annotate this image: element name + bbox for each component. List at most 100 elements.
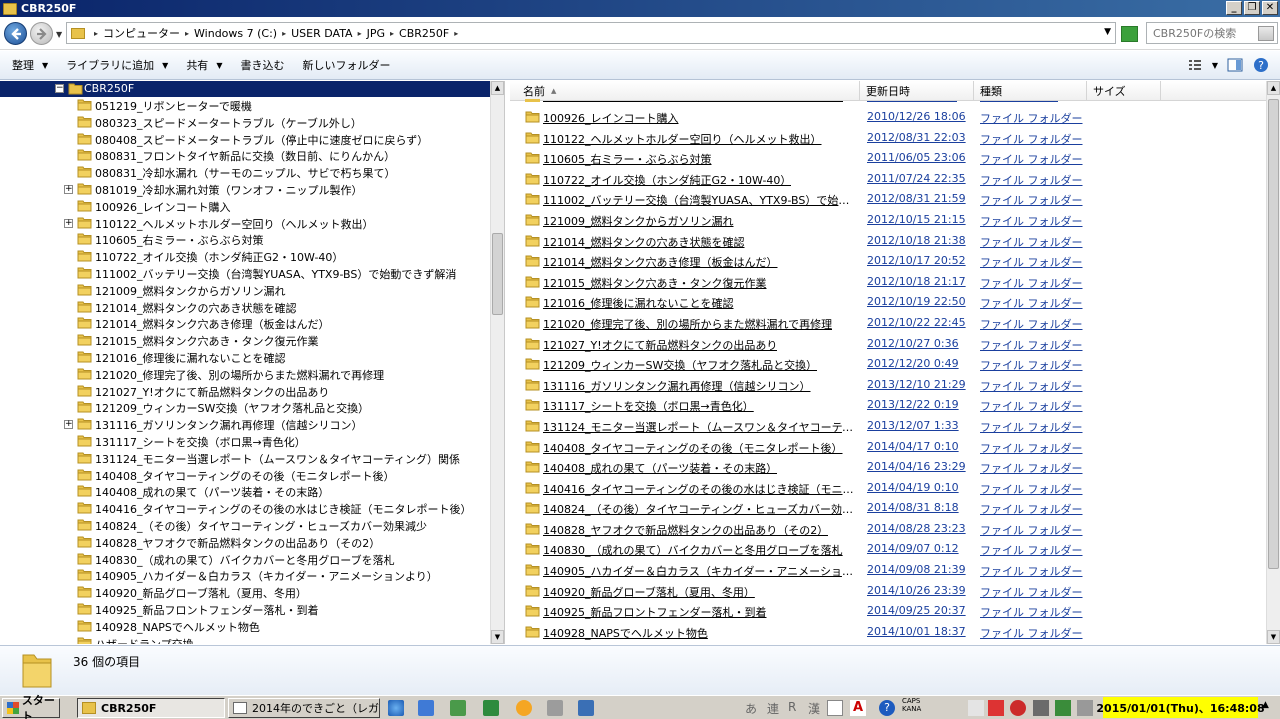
- list-item[interactable]: 140824_（その後）タイヤコーティング・ヒューズカバー効果減少 2014/08…: [510, 498, 1266, 519]
- item-name[interactable]: 140416_タイヤコーティングのその後の水はじき検証（モニタレポート後）: [543, 481, 859, 497]
- tree-item[interactable]: 121009_燃料タンクからガソリン漏れ: [0, 282, 490, 299]
- refresh-button[interactable]: [1121, 26, 1138, 42]
- tree-item[interactable]: 080408_スピードメータートラブル（停止中に速度ゼロに戻らず）: [0, 131, 490, 148]
- network-icon[interactable]: [418, 700, 434, 716]
- back-button[interactable]: [4, 22, 27, 45]
- breadcrumb-computer[interactable]: コンピューター: [103, 25, 180, 41]
- tree-item[interactable]: 080831_冷却水漏れ（サーモのニップル、サビで朽ち果て）: [0, 164, 490, 181]
- tree-item[interactable]: 140416_タイヤコーティングのその後の水はじき検証（モニタレポート後）: [0, 500, 490, 517]
- item-type[interactable]: ファイル フォルダー: [980, 440, 1083, 456]
- item-type[interactable]: ファイル フォルダー: [980, 398, 1083, 414]
- tree-item[interactable]: 100926_レインコート購入: [0, 198, 490, 215]
- list-item[interactable]: 100926_レインコート購入 2010/12/26 18:06 ファイル フォルダ…: [510, 107, 1266, 128]
- tree-item[interactable]: 080323_スピードメータートラブル（ケーブル外し）: [0, 114, 490, 131]
- tree-item[interactable]: +110122_ヘルメットホルダー空回り（ヘルメット救出）: [0, 215, 490, 232]
- item-date[interactable]: 2012/10/18 21:17: [867, 275, 966, 288]
- item-date[interactable]: 2012/10/22 22:45: [867, 316, 966, 329]
- tree-item[interactable]: 121020_修理完了後、別の場所からまた燃料漏れで再修理: [0, 366, 490, 383]
- ime-conversion[interactable]: 連: [767, 700, 779, 717]
- app-icon[interactable]: [578, 700, 594, 716]
- tree-item[interactable]: 140408_タイヤコーティングのその後（モニタレポート後）: [0, 467, 490, 484]
- tree-item[interactable]: 140928_NAPSでヘルメット物色: [0, 618, 490, 635]
- item-type[interactable]: ファイル フォルダー: [980, 460, 1083, 476]
- item-date[interactable]: 2011/07/24 22:35: [867, 172, 966, 185]
- column-header-name[interactable]: 名前 ▲: [510, 81, 860, 101]
- list-scrollbar[interactable]: ▲ ▼: [1266, 81, 1280, 644]
- list-item[interactable]: 140408_成れの果て（パーツ装着・その末路） 2014/04/16 23:29…: [510, 457, 1266, 478]
- item-name[interactable]: 110605_右ミラー・ぶらぶら対策: [543, 151, 712, 167]
- item-type[interactable]: ファイル フォルダー: [980, 151, 1083, 167]
- mail-icon[interactable]: [450, 700, 466, 716]
- restore-button[interactable]: ❐: [1244, 1, 1260, 15]
- preview-pane-icon[interactable]: [1226, 56, 1244, 74]
- list-item[interactable]: 140408_タイヤコーティングのその後（モニタレポート後） 2014/04/17…: [510, 437, 1266, 458]
- item-name[interactable]: 140408_タイヤコーティングのその後（モニタレポート後）: [543, 440, 843, 456]
- item-date[interactable]: 2011/06/05 23:06: [867, 151, 966, 164]
- start-button[interactable]: スタート: [2, 694, 60, 719]
- item-date[interactable]: 2012/10/19 22:50: [867, 295, 966, 308]
- item-name[interactable]: 121009_燃料タンクからガソリン漏れ: [543, 213, 734, 229]
- item-type[interactable]: ファイル フォルダー: [980, 563, 1083, 579]
- ime-kanji[interactable]: 漢: [808, 700, 820, 717]
- task-button-document[interactable]: 2014年のできごと（レガシィ...: [228, 698, 380, 718]
- tree-scroll-thumb[interactable]: [492, 233, 503, 315]
- tree-item[interactable]: +081019_冷却水漏れ対策（ワンオフ・ニップル製作）: [0, 181, 490, 198]
- expand-icon[interactable]: +: [64, 184, 73, 194]
- task-button-explorer[interactable]: CBR250F: [77, 698, 225, 718]
- printer-icon[interactable]: [547, 700, 563, 716]
- breadcrumb-cbr250f[interactable]: CBR250F: [399, 27, 449, 40]
- item-date[interactable]: 2012/10/15 21:15: [867, 213, 966, 226]
- close-button[interactable]: ✕: [1262, 1, 1278, 15]
- item-type[interactable]: ファイル フォルダー: [980, 295, 1083, 311]
- list-item[interactable]: 110722_オイル交換（ホンダ純正G2・10W-40） 2011/07/24 2…: [510, 169, 1266, 190]
- list-item[interactable]: 121020_修理完了後、別の場所からまた燃料漏れで再修理 2012/10/22 …: [510, 313, 1266, 334]
- item-name[interactable]: 110122_ヘルメットホルダー空回り（ヘルメット救出）: [543, 131, 822, 147]
- usb-icon[interactable]: [1033, 700, 1049, 716]
- item-name[interactable]: 121015_燃料タンク穴あき・タンク復元作業: [543, 275, 767, 291]
- item-date[interactable]: 2014/08/28 23:23: [867, 522, 966, 535]
- item-name[interactable]: 110722_オイル交換（ホンダ純正G2・10W-40）: [543, 172, 791, 188]
- volume-icon[interactable]: [1077, 700, 1093, 716]
- tree-item[interactable]: 140925_新品フロントフェンダー落札・到着: [0, 601, 490, 618]
- search-icon[interactable]: [1258, 26, 1274, 41]
- tree-item-cbr250f[interactable]: − CBR250F: [0, 81, 490, 97]
- chevron-right-icon[interactable]: ▸: [454, 29, 458, 38]
- tree-item[interactable]: 110722_オイル交換（ホンダ純正G2・10W-40）: [0, 248, 490, 265]
- chevron-right-icon[interactable]: ▸: [358, 29, 362, 38]
- chevron-right-icon[interactable]: ▸: [94, 29, 98, 38]
- item-type[interactable]: ファイル フォルダー: [980, 625, 1083, 641]
- item-name[interactable]: 140920_新品グローブ落札（夏用、冬用）: [543, 584, 755, 600]
- item-name[interactable]: 121014_燃料タンクの穴あき状態を確認: [543, 234, 745, 250]
- item-date[interactable]: 2014/10/01 18:37: [867, 625, 966, 638]
- share-button[interactable]: 共有 ▼: [186, 57, 222, 73]
- help-icon[interactable]: ?: [1252, 56, 1270, 74]
- item-name[interactable]: 140824_（その後）タイヤコーティング・ヒューズカバー効果減少: [543, 501, 859, 517]
- tree-item[interactable]: 121014_燃料タンクの穴あき状態を確認: [0, 299, 490, 316]
- list-item[interactable]: 140920_新品グローブ落札（夏用、冬用） 2014/10/26 23:39 ファ…: [510, 581, 1266, 602]
- item-name[interactable]: 121209_ウィンカーSW交換（ヤフオク落札品と交換）: [543, 357, 817, 373]
- item-date[interactable]: 2014/10/26 23:39: [867, 584, 966, 597]
- item-date[interactable]: 2014/09/25 20:37: [867, 604, 966, 617]
- item-type[interactable]: ファイル フォルダー: [980, 542, 1083, 558]
- tree-item[interactable]: 121014_燃料タンク穴あき修理（板金はんだ）: [0, 315, 490, 332]
- item-date[interactable]: 2013/12/07 1:33: [867, 419, 959, 432]
- tree-item[interactable]: 131117_シートを交換（ボロ黒→青色化）: [0, 433, 490, 450]
- item-type[interactable]: ファイル フォルダー: [980, 357, 1083, 373]
- forward-button[interactable]: [30, 22, 53, 45]
- address-history-dropdown-icon[interactable]: ▼: [1104, 27, 1111, 37]
- network-tray-icon[interactable]: [1055, 700, 1071, 716]
- item-type[interactable]: ファイル フォルダー: [980, 131, 1083, 147]
- list-item[interactable]: 121009_燃料タンクからガソリン漏れ 2012/10/15 21:15 ファイル…: [510, 210, 1266, 231]
- list-item[interactable]: 121015_燃料タンク穴あき・タンク復元作業 2012/10/18 21:17 フ…: [510, 272, 1266, 293]
- internet-explorer-icon[interactable]: [388, 700, 404, 716]
- tree-item[interactable]: 140920_新品グローブ落札（夏用、冬用）: [0, 584, 490, 601]
- security-icon[interactable]: [1010, 700, 1026, 716]
- view-dropdown-icon[interactable]: ▼: [1212, 61, 1218, 70]
- item-type[interactable]: ファイル フォルダー: [980, 378, 1083, 394]
- tree-item[interactable]: 110605_右ミラー・ぶらぶら対策: [0, 231, 490, 248]
- tree-item[interactable]: 111002_バッテリー交換（台湾製YUASA、YTX9-BS）で始動できず解消: [0, 265, 490, 282]
- list-item[interactable]: 131116_ガソリンタンク漏れ再修理（信越シリコン） 2013/12/10 21…: [510, 375, 1266, 396]
- tree-scrollbar[interactable]: ▲ ▼: [490, 81, 504, 644]
- item-date[interactable]: 2012/10/17 20:52: [867, 254, 966, 267]
- item-date[interactable]: 2012/10/18 21:38: [867, 234, 966, 247]
